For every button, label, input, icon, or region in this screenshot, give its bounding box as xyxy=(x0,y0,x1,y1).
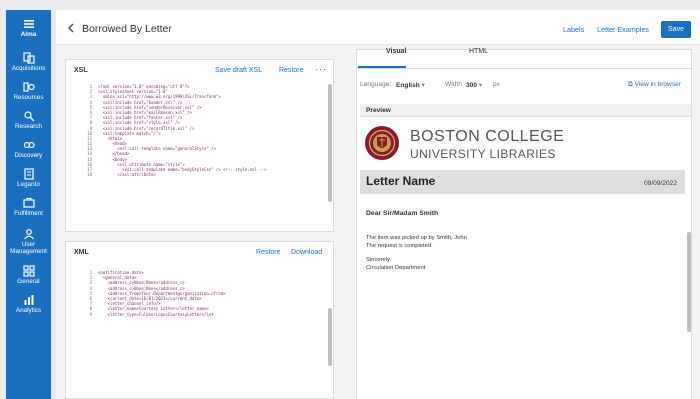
xsl-restore-button[interactable]: Restore xyxy=(279,67,304,74)
alma-menu-icon xyxy=(23,20,34,28)
salutation: Dear Sir/Madam Smith xyxy=(366,210,439,217)
caret-down-icon: ▾ xyxy=(478,82,483,89)
letter-date: 09/09/2022 xyxy=(643,180,677,187)
nav-item-leganto[interactable]: Leganto xyxy=(6,168,51,188)
code-text: <letter_type>FulUserLoansCourtesyLetter<… xyxy=(98,311,214,317)
tab-divider xyxy=(357,68,691,69)
xml-code-editor[interactable]: 1 <notification_data> 2 <general_data> 3 <a… xyxy=(82,270,226,317)
nav-label: Acquisitions xyxy=(11,65,46,72)
code-line: 18 </xsl:attribute> xyxy=(82,172,267,177)
nav-item-discovery[interactable]: Discovery xyxy=(6,139,51,159)
nav-label: User Management xyxy=(10,241,47,255)
nav-label: Discovery xyxy=(14,152,43,159)
user-management-icon xyxy=(23,229,34,240)
main-menu-sidebar: Alma Acquisitions Resources Research Dis… xyxy=(6,10,51,399)
leganto-icon xyxy=(23,168,34,180)
caret-down-icon: ▾ xyxy=(421,82,425,89)
research-icon xyxy=(23,111,34,122)
nav-item-research[interactable]: Research xyxy=(6,110,51,130)
org-name-line2: UNIVERSITY LIBRARIES xyxy=(410,147,556,161)
language-label: Language: xyxy=(360,81,392,88)
preview-scrollbar[interactable] xyxy=(687,232,691,332)
line-number: 9 xyxy=(89,311,92,317)
letter-name: Letter Name xyxy=(366,174,436,188)
code-text: </xsl:attribute> xyxy=(98,172,156,178)
language-select[interactable]: English ▾ xyxy=(396,81,425,89)
xsl-scrollbar[interactable] xyxy=(328,84,332,202)
xml-scrollbar[interactable] xyxy=(328,308,332,366)
page-title: Borrowed By Letter xyxy=(82,23,172,35)
letter-title-band: Letter Name 09/09/2022 xyxy=(360,170,685,194)
xsl-panel: XSL Save draft XSL Restore ··· 1 <?xml ve… xyxy=(65,59,334,232)
body-line: Circulation Department xyxy=(366,265,426,271)
view-in-browser-link[interactable]: ⧉ View in browser xyxy=(628,81,681,89)
width-label: Width xyxy=(445,81,462,88)
save-button[interactable]: Save xyxy=(661,21,691,38)
nav-label: Alma xyxy=(20,31,37,38)
labels-link[interactable]: Labels xyxy=(563,25,584,34)
external-link-icon: ⧉ xyxy=(628,81,633,88)
discovery-icon xyxy=(23,141,35,149)
acquisitions-icon xyxy=(22,52,35,64)
save-draft-xsl-button[interactable]: Save draft XSL xyxy=(215,67,262,74)
xml-download-button[interactable]: Download xyxy=(291,249,322,256)
nav-item-fulfillment[interactable]: Fulfillment xyxy=(6,197,51,217)
preview-title: Preview xyxy=(366,107,391,114)
letter-examples-link[interactable]: Letter Examples xyxy=(597,25,649,34)
nav-label: Leganto xyxy=(17,181,40,188)
nav-label: Analytics xyxy=(15,307,42,314)
body-line: The request is completed. xyxy=(366,243,433,249)
language-value: English xyxy=(396,82,420,89)
page-header: Borrowed By Letter Labels Letter Example… xyxy=(56,10,700,45)
width-value: 300 xyxy=(466,82,478,89)
xml-panel: XML Restore Download 1 <notification_data… xyxy=(65,241,334,399)
nav-label: Research xyxy=(15,123,42,130)
body-line: Sincerely xyxy=(366,257,390,263)
nav-item-general[interactable]: General xyxy=(6,265,51,285)
general-icon xyxy=(22,265,35,277)
body-line: The item was picked up by Smith, John xyxy=(366,235,467,241)
tab-visual[interactable]: Visual xyxy=(386,48,407,55)
more-options-icon[interactable]: ··· xyxy=(315,64,327,74)
nav-item-user-management[interactable]: User Management xyxy=(6,228,51,255)
letter-preview: BOSTON COLLEGE UNIVERSITY LIBRARIES Lett… xyxy=(360,117,685,389)
xsl-code-editor[interactable]: 1 <?xml version="1.0" encoding="utf-8"?> 2… xyxy=(82,84,267,177)
width-select[interactable]: 300 ▾ xyxy=(466,81,482,89)
nav-label: Resources xyxy=(13,94,44,101)
line-number: 18 xyxy=(87,172,92,178)
xml-panel-title: XML xyxy=(74,249,89,256)
xsl-panel-title: XSL xyxy=(74,67,88,74)
width-unit: px xyxy=(493,81,500,88)
view-in-browser-label: View in browser xyxy=(634,81,681,88)
code-line: 9 <letter_type>FulUserLoansCourtesyLette… xyxy=(82,312,226,317)
resources-icon xyxy=(22,82,35,92)
nav-item-alma[interactable]: Alma xyxy=(6,18,51,38)
org-name-line1: BOSTON COLLEGE xyxy=(410,128,565,145)
nav-item-acquisitions[interactable]: Acquisitions xyxy=(6,52,51,72)
xml-restore-button[interactable]: Restore xyxy=(256,249,281,256)
preview-header: Preview xyxy=(360,104,691,117)
tab-html[interactable]: HTML xyxy=(469,48,488,55)
analytics-icon xyxy=(24,295,33,305)
fulfillment-icon xyxy=(22,197,35,208)
chevron-left-icon[interactable] xyxy=(67,23,75,33)
nav-item-resources[interactable]: Resources xyxy=(6,81,51,101)
boston-college-seal-icon xyxy=(365,126,399,160)
nav-label: Fulfillment xyxy=(14,210,43,217)
nav-item-analytics[interactable]: Analytics xyxy=(6,294,51,314)
nav-label: General xyxy=(17,278,40,285)
